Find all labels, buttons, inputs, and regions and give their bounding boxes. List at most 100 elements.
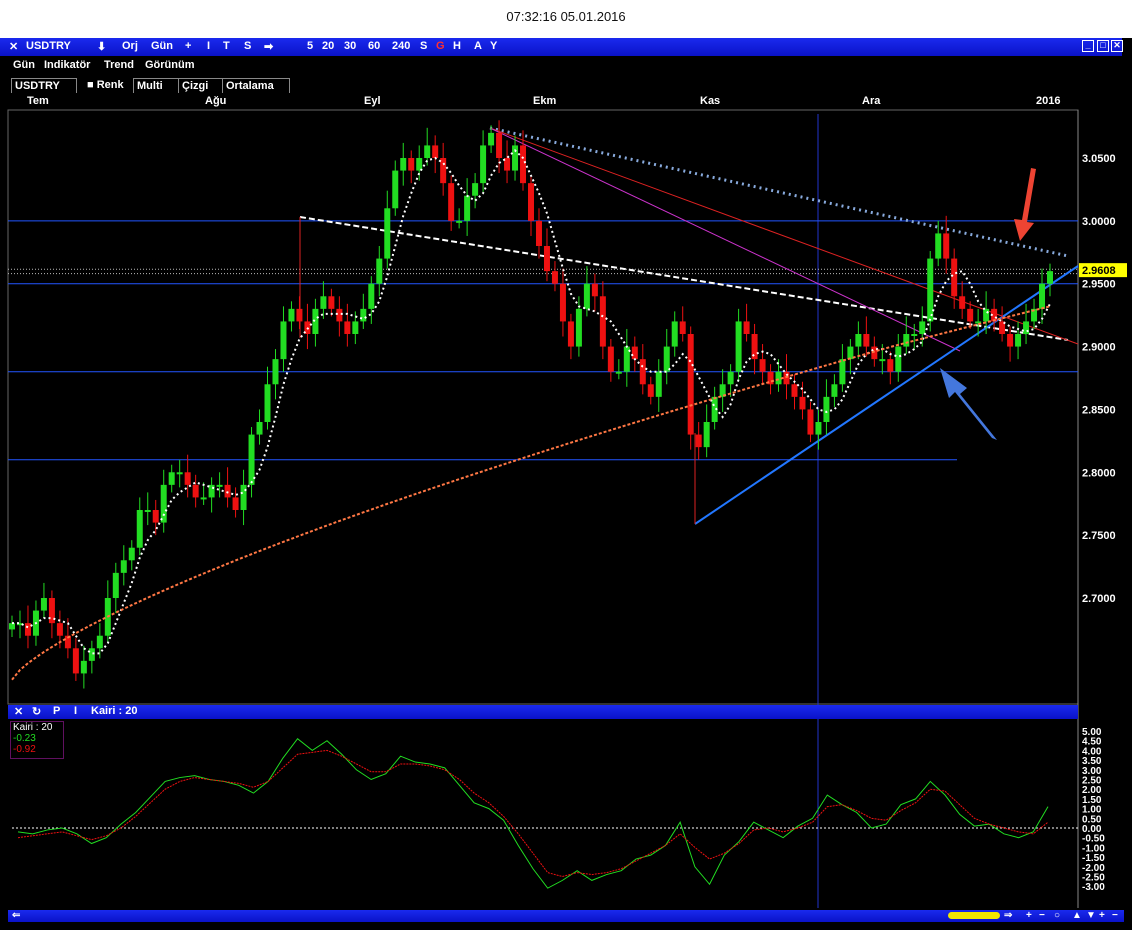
arrow-left-icon[interactable]: ⇐	[12, 910, 20, 921]
bottom-scrollbar[interactable]: ⇐ ⇒ + − ○ ▲ ▼ + −	[8, 910, 1124, 922]
candle-body	[911, 334, 918, 336]
indicator-bar[interactable]: ✕ ↻ P I Kairi : 20	[8, 705, 1078, 719]
candle-body	[679, 321, 686, 334]
candle-body	[967, 308, 974, 322]
candle-body	[663, 346, 670, 372]
zoom-in-icon[interactable]: +	[1026, 910, 1032, 921]
scroll-thumb[interactable]	[948, 912, 1000, 919]
candle-body	[344, 321, 351, 334]
candle-body	[983, 308, 990, 322]
candle-body	[144, 510, 151, 512]
candle-body	[360, 308, 367, 322]
price-chart[interactable]: 3.05003.00002.96152.95002.90002.85002.80…	[0, 38, 1132, 930]
candle-body	[831, 384, 838, 397]
candle-body	[184, 472, 191, 485]
candle-body	[120, 560, 127, 573]
candle-body	[1039, 283, 1046, 309]
candle-body	[895, 346, 902, 372]
candle-body	[320, 296, 327, 309]
indicator-name: Kairi : 20	[91, 705, 138, 717]
candle-body	[863, 334, 870, 347]
candle-body	[456, 220, 463, 223]
candle-body	[176, 472, 183, 475]
candle-body	[879, 359, 886, 362]
refresh-icon[interactable]: ↻	[32, 705, 41, 718]
candle-body	[192, 484, 199, 498]
candle-body	[408, 158, 415, 171]
candle-body	[432, 145, 439, 158]
p-button[interactable]: P	[53, 705, 60, 717]
up-icon[interactable]: ▲	[1072, 910, 1082, 921]
candle-body	[847, 346, 854, 360]
candle-body	[96, 635, 103, 649]
candle-body	[727, 371, 734, 385]
candle-body	[735, 321, 742, 372]
candle-body	[384, 208, 391, 259]
candle-body	[488, 132, 495, 146]
i-button[interactable]: I	[74, 705, 77, 717]
candle-body	[959, 296, 966, 309]
candle-body	[352, 321, 359, 334]
zoom-out-icon[interactable]: −	[1039, 910, 1045, 921]
candle-body	[951, 258, 958, 297]
candle-body	[671, 321, 678, 347]
down-icon[interactable]: ▼	[1086, 910, 1096, 921]
candle-body	[1023, 321, 1030, 334]
last-price-label: 2.9608	[1082, 265, 1116, 277]
price-tick-label: 3.0500	[1082, 153, 1116, 165]
candle-body	[647, 384, 654, 397]
candle-body	[200, 497, 207, 500]
candle-body	[448, 183, 455, 221]
long-moving-average	[11, 305, 1051, 681]
candle-body	[1015, 334, 1022, 347]
candle-body	[591, 283, 598, 297]
candle-body	[839, 359, 846, 385]
candle-body	[128, 547, 135, 561]
price-tick-label: 2.7500	[1082, 530, 1116, 542]
candle-body	[535, 220, 542, 246]
reset-icon[interactable]: ○	[1054, 910, 1060, 921]
candle-body	[743, 321, 750, 334]
candle-body	[136, 510, 143, 548]
candle-body	[815, 422, 822, 435]
clock-timestamp: 07:32:16 05.01.2016	[0, 0, 1132, 36]
candle-body	[703, 422, 710, 448]
zoom-out-icon[interactable]: −	[1112, 910, 1118, 921]
candle-body	[288, 308, 295, 322]
candle-body	[583, 283, 590, 309]
candle-body	[935, 233, 942, 259]
candle-body	[903, 334, 910, 347]
resistance-trendline	[489, 126, 1069, 258]
candle-body	[256, 422, 263, 435]
candle-body	[823, 396, 830, 422]
candle-body	[272, 359, 279, 385]
candle-body	[296, 308, 303, 322]
candle-body	[687, 334, 694, 435]
candle-body	[392, 170, 399, 209]
price-tick-label: 2.8000	[1082, 467, 1116, 479]
candle-body	[152, 510, 159, 523]
candle-body	[424, 145, 431, 158]
price-tick-label: 3.0000	[1082, 216, 1116, 228]
candle-body	[280, 321, 287, 360]
candle-body	[72, 648, 79, 674]
zoom-in-icon[interactable]: +	[1099, 910, 1105, 921]
candle-body	[607, 346, 614, 372]
close-icon[interactable]: ✕	[14, 705, 23, 718]
candle-body	[376, 258, 383, 284]
blue-annotation-arrow	[940, 368, 997, 440]
candle-body	[599, 296, 606, 347]
candle-body	[631, 346, 638, 360]
chart-frame	[7, 109, 1079, 705]
candle-body	[559, 283, 566, 322]
candle-body	[575, 308, 582, 347]
candle-body	[807, 409, 814, 435]
candle-body	[543, 246, 550, 272]
candle-body	[368, 283, 375, 309]
candle-body	[472, 183, 479, 196]
kairi-signal-line	[17, 749, 1049, 878]
arrow-right-icon[interactable]: ⇒	[1004, 910, 1012, 921]
candle-body	[655, 371, 662, 397]
candle-body	[160, 484, 167, 523]
candle-body	[464, 195, 471, 221]
